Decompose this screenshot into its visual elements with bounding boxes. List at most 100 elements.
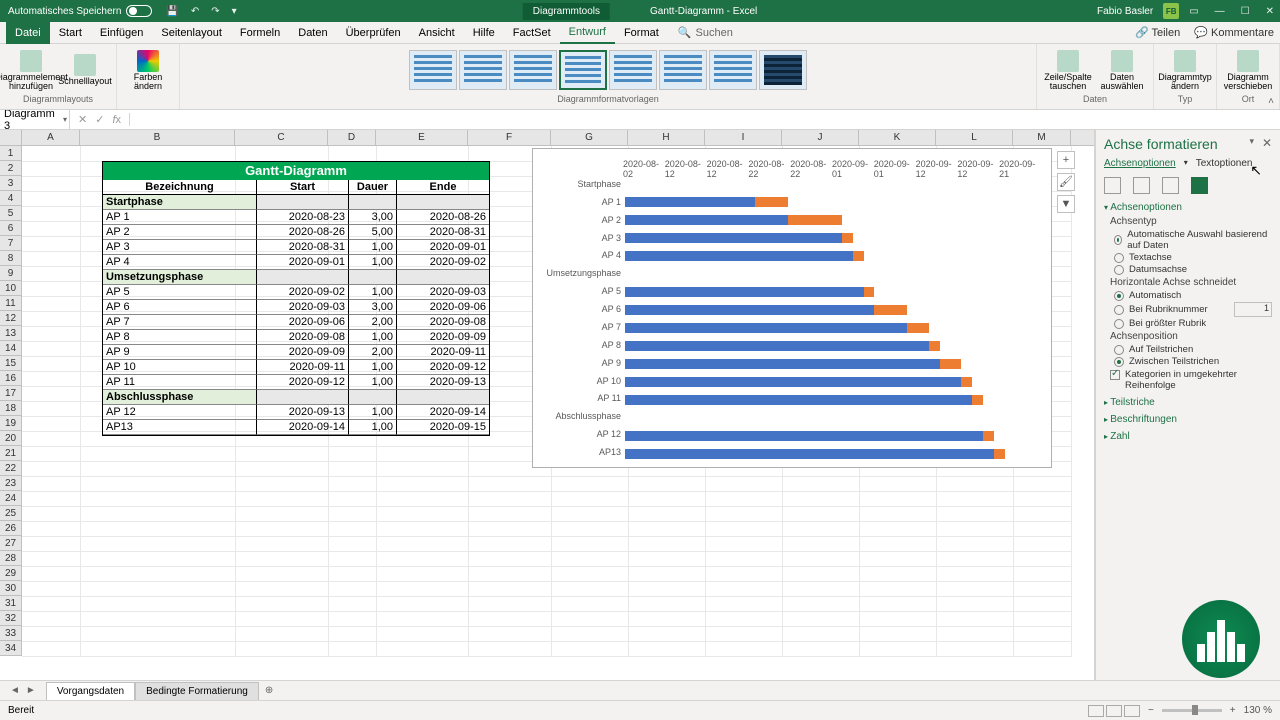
cancel-icon[interactable]: ✕: [78, 113, 87, 126]
row-header[interactable]: 1: [0, 146, 22, 161]
row-header[interactable]: 8: [0, 251, 22, 266]
row-header[interactable]: 17: [0, 386, 22, 401]
table-row[interactable]: AP 12020-08-233,002020-08-26: [103, 210, 489, 225]
pane-tab-axis-options[interactable]: Achsenoptionen: [1104, 158, 1176, 169]
pane-close-icon[interactable]: ✕: [1262, 136, 1272, 150]
row-header[interactable]: 4: [0, 191, 22, 206]
move-chart-button[interactable]: Diagramm verschieben: [1223, 50, 1273, 91]
row-header[interactable]: 3: [0, 176, 22, 191]
style-tile[interactable]: [559, 50, 607, 90]
fx-icon[interactable]: fx: [112, 114, 121, 126]
row-header[interactable]: 27: [0, 536, 22, 551]
col-header[interactable]: G: [551, 130, 628, 145]
ribbon-tab-factset[interactable]: FactSet: [504, 22, 560, 44]
name-box[interactable]: Diagramm 3▾: [0, 108, 70, 132]
table-row[interactable]: AP132020-09-141,002020-09-15: [103, 420, 489, 435]
row-header[interactable]: 9: [0, 266, 22, 281]
row-header[interactable]: 15: [0, 356, 22, 371]
axis-options-icon[interactable]: [1191, 177, 1208, 194]
row-header[interactable]: 28: [0, 551, 22, 566]
pane-tab-text-options[interactable]: Textoptionen: [1196, 158, 1253, 169]
radio-option[interactable]: Bei größter Rubrik: [1114, 318, 1272, 329]
table-row[interactable]: Abschlussphase: [103, 390, 489, 405]
row-header[interactable]: 26: [0, 521, 22, 536]
ribbon-display-icon[interactable]: ▭: [1189, 6, 1198, 17]
sheet-tab[interactable]: Bedingte Formatierung: [135, 682, 259, 700]
row-header[interactable]: 2: [0, 161, 22, 176]
row-header[interactable]: 13: [0, 326, 22, 341]
zoom-level[interactable]: 130 %: [1244, 705, 1272, 716]
enter-icon[interactable]: ✓: [95, 113, 104, 126]
row-header[interactable]: 10: [0, 281, 22, 296]
row-header[interactable]: 19: [0, 416, 22, 431]
chart-filters-button[interactable]: ▼: [1057, 195, 1075, 213]
select-data-button[interactable]: Daten auswählen: [1097, 50, 1147, 91]
col-header[interactable]: C: [235, 130, 328, 145]
table-row[interactable]: AP 52020-09-021,002020-09-03: [103, 285, 489, 300]
table-row[interactable]: AP 62020-09-033,002020-09-06: [103, 300, 489, 315]
quick-layout-button[interactable]: Schnelllayout: [60, 54, 110, 86]
col-header[interactable]: H: [628, 130, 705, 145]
add-chart-element-button[interactable]: Diagrammelement hinzufügen: [6, 50, 56, 91]
table-row[interactable]: AP 32020-08-311,002020-09-01: [103, 240, 489, 255]
col-header[interactable]: B: [80, 130, 235, 145]
autosave-toggle[interactable]: [126, 5, 152, 17]
row-header[interactable]: 7: [0, 236, 22, 251]
table-row[interactable]: AP 22020-08-265,002020-08-31: [103, 225, 489, 240]
table-row[interactable]: AP 92020-09-092,002020-09-11: [103, 345, 489, 360]
save-icon[interactable]: 💾: [166, 6, 178, 17]
ribbon-tab-seitenlayout[interactable]: Seitenlayout: [152, 22, 231, 44]
qat-customize-icon[interactable]: ▾: [232, 6, 237, 17]
section-axis-options[interactable]: Achsenoptionen: [1104, 202, 1272, 213]
row-header[interactable]: 5: [0, 206, 22, 221]
chart-elements-button[interactable]: +: [1057, 151, 1075, 169]
page-break-view-icon[interactable]: [1124, 705, 1140, 717]
col-header[interactable]: F: [468, 130, 551, 145]
chart-object[interactable]: + 🖌 ▼ 2020-08-022020-08-122020-08-122020…: [532, 148, 1052, 468]
undo-icon[interactable]: ↶: [191, 6, 199, 17]
table-row[interactable]: AP 122020-09-131,002020-09-14: [103, 405, 489, 420]
ribbon-tab-ansicht[interactable]: Ansicht: [410, 22, 464, 44]
table-row[interactable]: AP 72020-09-062,002020-09-08: [103, 315, 489, 330]
style-tile[interactable]: [609, 50, 657, 90]
zoom-slider[interactable]: [1162, 709, 1222, 712]
row-header[interactable]: 6: [0, 221, 22, 236]
comments-button[interactable]: 💬 Kommentare: [1194, 26, 1274, 39]
table-row[interactable]: AP 82020-09-081,002020-09-09: [103, 330, 489, 345]
chart-y-axis[interactable]: StartphaseAP 1AP 2AP 3AP 4Umsetzungsphas…: [537, 175, 625, 461]
col-header[interactable]: D: [328, 130, 376, 145]
table-row[interactable]: Umsetzungsphase: [103, 270, 489, 285]
row-header[interactable]: 16: [0, 371, 22, 386]
col-header[interactable]: A: [22, 130, 80, 145]
radio-option[interactable]: Automatisch: [1114, 290, 1272, 301]
minimize-icon[interactable]: —: [1215, 6, 1225, 17]
style-tile[interactable]: [659, 50, 707, 90]
size-props-icon[interactable]: [1162, 177, 1179, 194]
user-name[interactable]: Fabio Basler: [1097, 6, 1153, 17]
col-header[interactable]: K: [859, 130, 936, 145]
spreadsheet-grid[interactable]: ABCDEFGHIJKLM 12345678910111213141516171…: [0, 130, 1095, 680]
search-box[interactable]: 🔍 Suchen: [678, 26, 733, 39]
table-row[interactable]: AP 112020-09-121,002020-09-13: [103, 375, 489, 390]
ribbon-tab-entwurf[interactable]: Entwurf: [560, 22, 615, 44]
effects-icon[interactable]: [1133, 177, 1150, 194]
col-header[interactable]: E: [376, 130, 468, 145]
row-header[interactable]: 24: [0, 491, 22, 506]
row-header[interactable]: 25: [0, 506, 22, 521]
redo-icon[interactable]: ↷: [211, 6, 219, 17]
style-tile[interactable]: [759, 50, 807, 90]
maximize-icon[interactable]: ☐: [1241, 6, 1250, 17]
user-badge[interactable]: FB: [1163, 3, 1179, 19]
table-row[interactable]: AP 102020-09-111,002020-09-12: [103, 360, 489, 375]
ribbon-tab-einfügen[interactable]: Einfügen: [91, 22, 152, 44]
pane-dropdown-icon[interactable]: ▾: [1249, 136, 1254, 147]
ribbon-tab-format[interactable]: Format: [615, 22, 668, 44]
fill-line-icon[interactable]: [1104, 177, 1121, 194]
radio-option[interactable]: Bei Rubriknummer1: [1114, 302, 1272, 317]
sheet-nav-next-icon[interactable]: ►: [26, 685, 36, 696]
row-header[interactable]: 30: [0, 581, 22, 596]
sheet-tab[interactable]: Vorgangsdaten: [46, 682, 135, 700]
col-header[interactable]: L: [936, 130, 1013, 145]
row-header[interactable]: 11: [0, 296, 22, 311]
chart-plot-area[interactable]: [625, 175, 1043, 461]
